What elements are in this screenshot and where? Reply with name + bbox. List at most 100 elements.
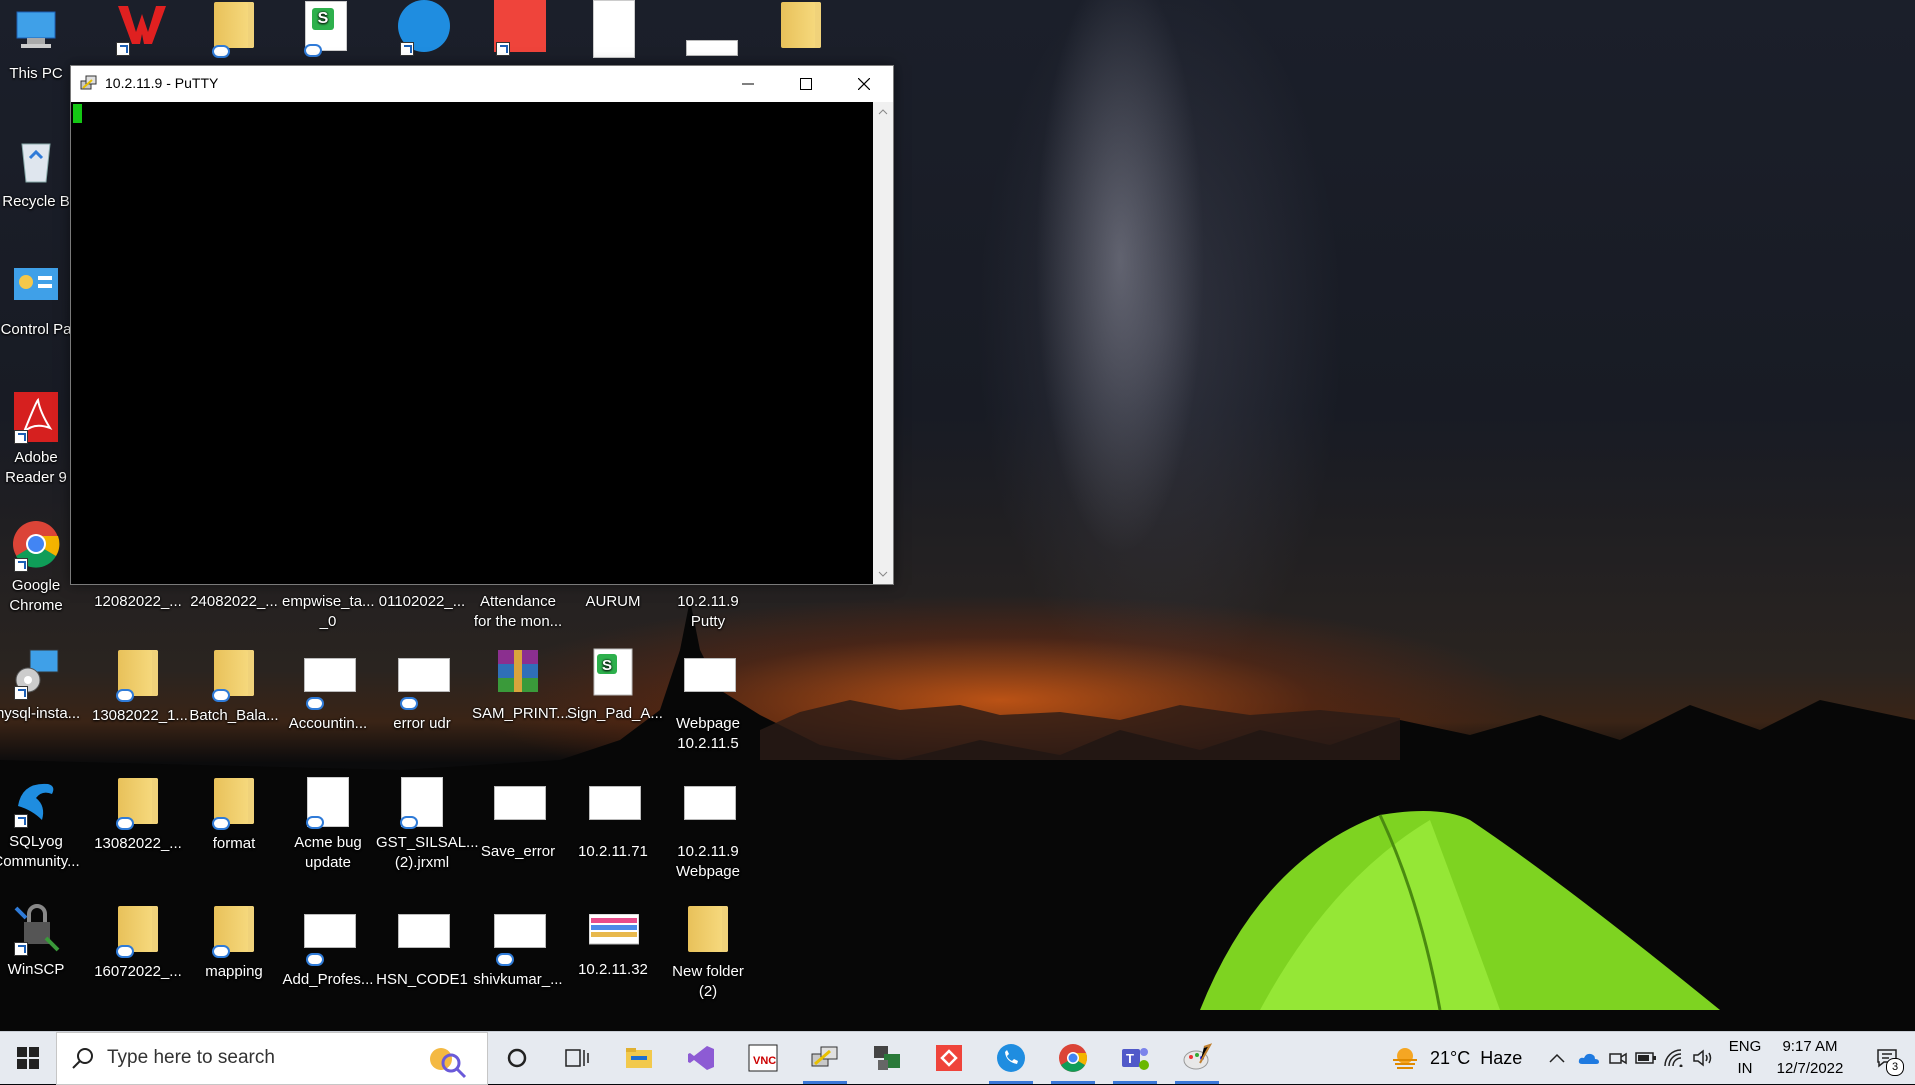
desktop-icon-aurum[interactable]: AURUM <box>567 592 659 612</box>
desktop-icon-24082022[interactable]: 24082022_... <box>188 592 280 612</box>
start-button[interactable] <box>0 1032 56 1084</box>
screenshot-icon <box>494 914 546 948</box>
desktop-icon-ip-10-2-11-71[interactable]: 10.2.11.71 <box>567 776 659 862</box>
desktop-icon-13082022-1[interactable]: 13082022_1... <box>92 648 188 726</box>
desktop-icon-01102022[interactable]: 01102022_... <box>376 592 468 612</box>
desktop-icon-sqlyog[interactable]: SQLyog Community... <box>0 776 82 872</box>
desktop-icon-gst-silsal[interactable]: GST_SILSAL... (2).jrxml <box>376 776 479 873</box>
desktop-icon-attendance[interactable]: Attendance for the mon... <box>472 592 564 632</box>
clock[interactable]: 9:17 AM 12/7/2022 <box>1770 1036 1850 1080</box>
taskbar-anydesk[interactable] <box>920 1032 978 1084</box>
cortana-icon <box>507 1048 527 1068</box>
image-icon <box>686 40 738 56</box>
screenshot-icon <box>304 658 356 692</box>
wps-office-shortcut[interactable] <box>92 0 184 60</box>
cortana-button[interactable] <box>488 1032 546 1084</box>
desktop-icon-shivkumar[interactable]: shivkumar_... <box>472 904 564 990</box>
taskbar: Type here to search VNC T 21°C Haze ENG … <box>0 1031 1915 1085</box>
taskbar-chrome[interactable] <box>1044 1032 1102 1084</box>
taskbar-teams[interactable]: T <box>1106 1032 1164 1084</box>
action-center-button[interactable]: 3 <box>1862 1032 1912 1084</box>
desktop-icon-label: Acme bug update <box>294 834 362 871</box>
minimize-icon <box>742 83 754 85</box>
onedrive-tray[interactable] <box>1574 1032 1604 1084</box>
taskbar-vnc-viewer[interactable]: VNC <box>734 1032 792 1084</box>
desktop-icon-hsn-code1[interactable]: HSN_CODE1 <box>376 904 468 990</box>
desktop-icon-new-folder-2[interactable]: New folder (2) <box>662 904 754 1002</box>
putty-titlebar[interactable]: 10.2.11.9 - PuTTY <box>71 66 893 102</box>
scroll-down-icon[interactable] <box>873 564 893 584</box>
desktop-icon-label: 12082022_... <box>94 593 182 610</box>
desktop-icon-mysql-installer[interactable]: mysql-insta... <box>0 648 82 724</box>
shortcut-arrow-icon <box>14 558 28 572</box>
volume-tray[interactable] <box>1688 1032 1718 1084</box>
putty-window[interactable]: 10.2.11.9 - PuTTY <box>70 65 894 585</box>
anydesk-top[interactable] <box>472 0 564 60</box>
network-tray[interactable] <box>1660 1032 1688 1084</box>
desktop-icon-format[interactable]: format <box>188 776 280 854</box>
taskbar-visual-studio[interactable] <box>672 1032 730 1084</box>
weather-widget[interactable]: 21°C Haze <box>1390 1032 1522 1084</box>
vertical-scrollbar[interactable] <box>873 102 893 584</box>
desktop-icon-batch-bala[interactable]: Batch_Bala... <box>188 648 280 726</box>
desktop-icon-accounting[interactable]: Accountin... <box>282 648 374 734</box>
search-box[interactable]: Type here to search <box>56 1032 488 1085</box>
taskbar-putty[interactable] <box>796 1032 854 1084</box>
desktop-icon-sam-print[interactable]: SAM_PRINT... <box>472 648 569 724</box>
document-icon <box>593 0 635 58</box>
chevron-up-icon <box>1549 1053 1565 1063</box>
scroll-up-icon[interactable] <box>873 102 893 122</box>
icon-glyph <box>398 914 450 966</box>
desktop-icon-add-profes[interactable]: Add_Profes... <box>282 904 374 990</box>
desktop-icon-label: 10.2.11.71 <box>578 843 648 860</box>
desktop-icon-mapping[interactable]: mapping <box>188 904 280 982</box>
desktop-icon-ip-10-2-11-32[interactable]: 10.2.11.32 <box>567 904 659 980</box>
battery-tray[interactable] <box>1632 1032 1660 1084</box>
close-button[interactable] <box>835 66 893 102</box>
cloud-sync-icon <box>400 816 418 829</box>
desktop-icon-winscp[interactable]: WinSCP <box>0 904 82 980</box>
meet-now-tray[interactable] <box>1604 1032 1632 1084</box>
icon-glyph <box>210 778 258 830</box>
desktop-icon-acme-bug[interactable]: Acme bug update <box>282 776 374 873</box>
minimize-button[interactable] <box>719 66 777 102</box>
desktop-icon-save-error[interactable]: Save_error <box>472 776 564 862</box>
icon-glyph <box>494 786 546 838</box>
desktop-icon-webpage-10-2-11-9[interactable]: 10.2.11.9 Webpage <box>662 776 754 882</box>
putty-title: 10.2.11.9 - PuTTY <box>105 75 219 91</box>
screenshot-icon <box>398 658 450 692</box>
taskbar-phone-app[interactable] <box>982 1032 1040 1084</box>
language-indicator[interactable]: ENG IN <box>1725 1036 1765 1080</box>
taskbar-paint[interactable] <box>1168 1032 1226 1084</box>
maximize-button[interactable] <box>777 66 835 102</box>
desktop-icon-empwise[interactable]: empwise_ta... _0 <box>282 592 375 632</box>
desktop-icon-label: 10.2.11.32 <box>578 961 648 978</box>
desktop-icon-13082022-2[interactable]: 13082022_... <box>92 776 184 854</box>
anydesk-icon <box>936 1045 962 1071</box>
desktop-icon-error-udr[interactable]: error udr <box>376 648 468 734</box>
terminal-area[interactable] <box>71 102 873 584</box>
phone-icon <box>997 1044 1025 1072</box>
taskbar-remote-app[interactable] <box>858 1032 916 1084</box>
screenshot-icon <box>398 914 450 948</box>
folder-top-1[interactable] <box>188 0 280 62</box>
wps-sheet-top[interactable]: S <box>280 0 372 61</box>
task-view-icon <box>565 1049 589 1067</box>
screenshot-icon <box>684 658 736 692</box>
desktop-icon-putty-shortcut[interactable]: 10.2.11.9 Putty <box>662 592 754 632</box>
document-top[interactable] <box>568 0 660 60</box>
task-view-button[interactable] <box>548 1032 606 1084</box>
desktop-icon-12082022[interactable]: 12082022_... <box>92 592 184 612</box>
desktop-icon-label: Attendance for the mon... <box>473 593 563 630</box>
show-hidden-icons-button[interactable] <box>1540 1032 1574 1084</box>
phone-app-top[interactable] <box>376 0 468 60</box>
desktop-icon-webpage-10-2-11-5[interactable]: Webpage 10.2.11.5 <box>662 648 754 754</box>
folder-top-2[interactable] <box>755 0 847 62</box>
taskbar-file-explorer[interactable] <box>610 1032 668 1084</box>
cloud-sync-icon <box>306 953 324 966</box>
desktop-icon-label: AURUM <box>585 593 641 610</box>
desktop-icon-16072022[interactable]: 16072022_... <box>92 904 184 982</box>
desktop-icon-sign-pad[interactable]: S Sign_Pad_A... <box>567 648 663 724</box>
shortcut-arrow-icon <box>14 430 28 444</box>
screenshot-icon <box>684 786 736 820</box>
